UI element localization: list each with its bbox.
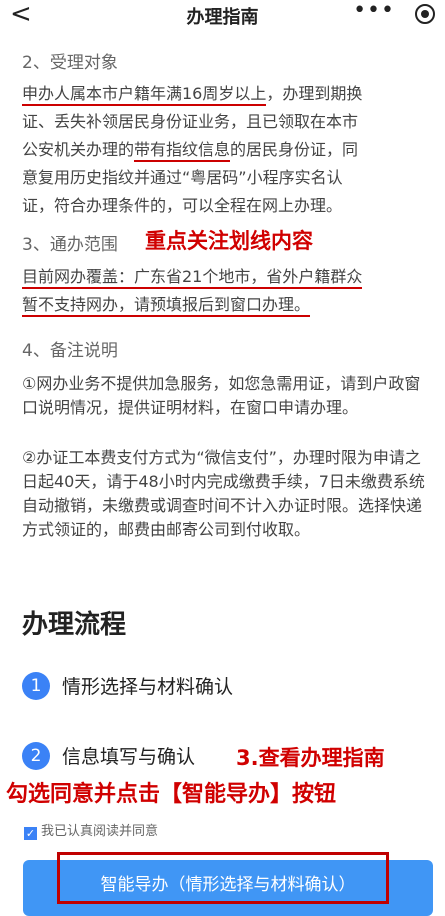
section-text: 意复用历史指纹并通过“粤居码”小程序实名认 xyxy=(22,168,343,187)
step-label: 信息填写与确认 xyxy=(62,746,196,768)
section-text: 的居民身份证，同 xyxy=(230,140,359,159)
section-scope-title: 3、通办范围 xyxy=(22,235,118,255)
nav-bar: < 办理指南 ••• xyxy=(0,0,445,30)
agree-label: 我已认真阅读并同意 xyxy=(41,824,159,839)
step-number-badge: 1 xyxy=(22,672,50,700)
underlined-text: 目前网办覆盖：广东省21个地市，省外户籍群众 xyxy=(22,267,363,289)
annotation-step3: 3.查看办理指南 xyxy=(236,746,385,770)
annotation-focus: 重点关注划线内容 xyxy=(145,229,313,253)
flow-title: 办理流程 xyxy=(22,610,127,640)
section-notes-title: 4、备注说明 xyxy=(22,341,118,361)
annotation-highlight-box xyxy=(57,852,389,904)
section-text: 证，符合办理条件的，可以全程在网上办理。 xyxy=(22,196,343,215)
step-number-badge: 2 xyxy=(22,742,50,770)
section-scope-body: 目前网办覆盖：广东省21个地市，省外户籍群众 暂不支持网办，请预填报后到窗口办理… xyxy=(22,265,427,317)
close-miniprogram-icon[interactable] xyxy=(415,4,435,24)
section-target-title: 2、受理对象 xyxy=(22,53,118,73)
notes-paragraph-1: ①网办业务不提供加急服务，如您急需用证，请到户政窗口说明情况，提供证明材料，在窗… xyxy=(22,374,421,417)
section-target-body: 申办人属本市户籍年满16周岁以上，办理到期换 证、丢失补领居民身份证业务，且已领… xyxy=(22,82,427,218)
underlined-text: 带有指纹信息 xyxy=(134,140,231,162)
section-text: 证、丢失补领居民身份证业务，且已领取在本市 xyxy=(22,112,359,131)
underlined-text: 暂不支持网办，请预填报后到窗口办理。 xyxy=(22,295,311,317)
underlined-text: 申办人属本市户籍年满16周岁以上 xyxy=(22,84,267,106)
section-text: ，办理到期换 xyxy=(266,84,363,103)
notes-paragraph-2: ②办证工本费支付方式为“微信支付”，办理时限为申请之日起40天，请于48小时内完… xyxy=(22,448,425,539)
annotation-click: 勾选同意并点击【智能导办】按钮 xyxy=(6,782,337,807)
section-text: 公安机关办理的 xyxy=(22,140,135,159)
step-label: 情形选择与材料确认 xyxy=(62,676,234,698)
more-options-icon[interactable]: ••• xyxy=(353,0,395,23)
checkbox-checked-icon[interactable]: ✓ xyxy=(24,827,37,840)
agree-checkbox-row[interactable]: ✓ 我已认真阅读并同意 xyxy=(24,820,158,840)
